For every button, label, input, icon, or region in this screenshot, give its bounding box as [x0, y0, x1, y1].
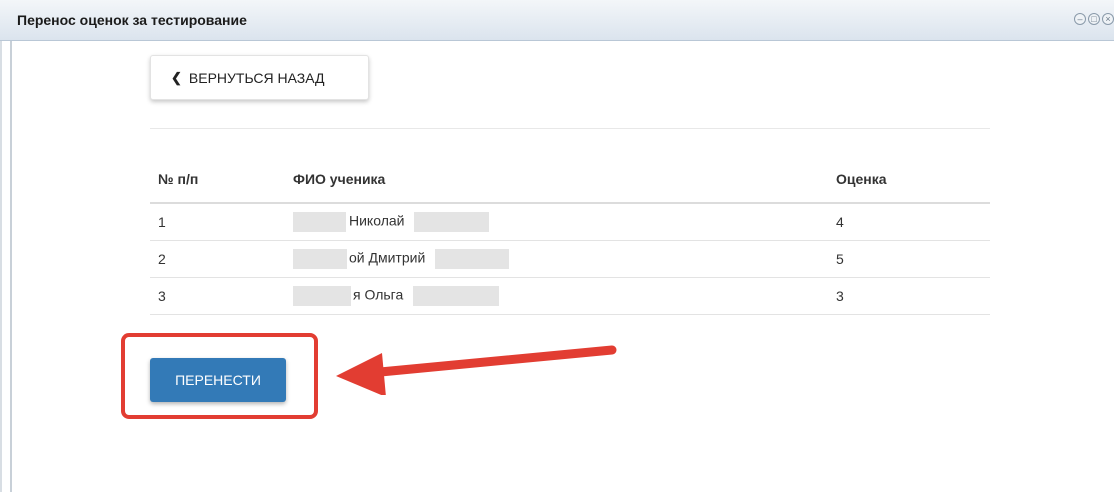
grade-value: 4	[833, 203, 990, 241]
window-border	[0, 41, 2, 492]
back-button[interactable]: ❮ ВЕРНУТЬСЯ НАЗАД	[150, 55, 369, 100]
dialog-window: Перенос оценок за тестирование – □ × ❮ В…	[0, 0, 1114, 492]
back-button-label: ВЕРНУТЬСЯ НАЗАД	[188, 69, 325, 86]
table-row: 1 Николай 4	[150, 203, 990, 241]
student-name: Николай	[349, 212, 405, 229]
redacted-block	[293, 212, 346, 232]
close-icon[interactable]: ×	[1102, 13, 1114, 25]
student-name-cell: Николай	[293, 203, 833, 241]
row-number: 1	[150, 203, 293, 241]
student-name: ой Дмитрий	[349, 249, 426, 266]
col-header-name: ФИО ученика	[293, 155, 833, 204]
chevron-left-icon: ❮	[171, 69, 182, 85]
student-name: я Ольга	[353, 286, 404, 303]
table-header-row: № п/п ФИО ученика Оценка	[150, 155, 990, 204]
table-row: 3 я Ольга 3	[150, 277, 990, 315]
redacted-block	[414, 212, 490, 232]
window-border-inner	[10, 41, 12, 492]
col-header-grade: Оценка	[833, 155, 990, 204]
student-name-cell: я Ольга	[293, 277, 833, 315]
grades-table: № п/п ФИО ученика Оценка 1 Николай 4 2 о…	[150, 155, 990, 315]
redacted-block	[293, 249, 347, 269]
grade-value: 5	[833, 240, 990, 278]
annotation-arrow-icon	[336, 345, 617, 395]
row-number: 3	[150, 277, 293, 315]
col-header-number: № п/п	[150, 155, 293, 204]
student-name-cell: ой Дмитрий	[293, 240, 833, 278]
maximize-icon[interactable]: □	[1088, 13, 1100, 25]
row-number: 2	[150, 240, 293, 278]
divider	[150, 128, 990, 129]
grade-value: 3	[833, 277, 990, 315]
transfer-button[interactable]: ПЕРЕНЕСТИ	[150, 358, 286, 402]
window-controls: – □ ×	[1074, 13, 1114, 25]
redacted-block	[413, 286, 500, 306]
title-bar: Перенос оценок за тестирование – □ ×	[0, 0, 1114, 41]
minimize-icon[interactable]: –	[1074, 13, 1086, 25]
table-row: 2 ой Дмитрий 5	[150, 240, 990, 278]
redacted-block	[435, 249, 510, 269]
window-title: Перенос оценок за тестирование	[17, 12, 247, 28]
redacted-block	[293, 286, 351, 306]
